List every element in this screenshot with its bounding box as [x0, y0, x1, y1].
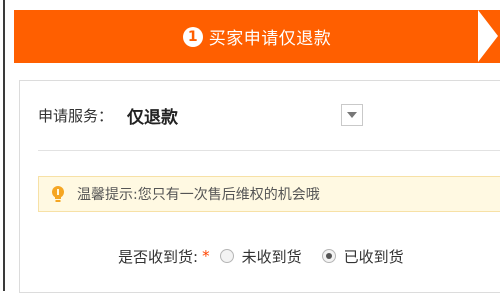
- service-value: 仅退款: [127, 107, 179, 128]
- warm-tip-banner: 温馨提示:您只有一次售后维权的机会哦: [38, 176, 500, 212]
- step-banner: 1 买家申请仅退款: [14, 10, 500, 63]
- step-number-badge: 1: [182, 26, 203, 47]
- chevron-down-icon: [347, 112, 357, 118]
- divider: [38, 150, 500, 151]
- lightbulb-icon: [51, 185, 65, 203]
- radio-received[interactable]: [321, 249, 336, 263]
- goods-received-row: 是否收到货: * 未收到货 已收到货: [118, 244, 424, 268]
- required-marker: *: [202, 247, 210, 265]
- window-border: [3, 0, 5, 291]
- tip-text: 温馨提示:您只有一次售后维权的机会哦: [77, 187, 320, 203]
- page: 1 买家申请仅退款 申请服务： 仅退款 温馨提示:您只有一次售后维权的机会哦 是…: [0, 0, 500, 293]
- goods-received-label: 是否收到货:: [118, 247, 199, 266]
- service-dropdown-button[interactable]: [341, 104, 363, 126]
- radio-not-received[interactable]: [219, 249, 234, 263]
- radio-not-received-label[interactable]: 未收到货: [242, 246, 302, 267]
- service-row: 申请服务： 仅退款: [38, 102, 178, 128]
- radio-received-label[interactable]: 已收到货: [344, 246, 404, 267]
- step-title: 买家申请仅退款: [208, 29, 332, 49]
- service-label: 申请服务：: [38, 106, 114, 125]
- step-arrow-notch: [478, 10, 498, 62]
